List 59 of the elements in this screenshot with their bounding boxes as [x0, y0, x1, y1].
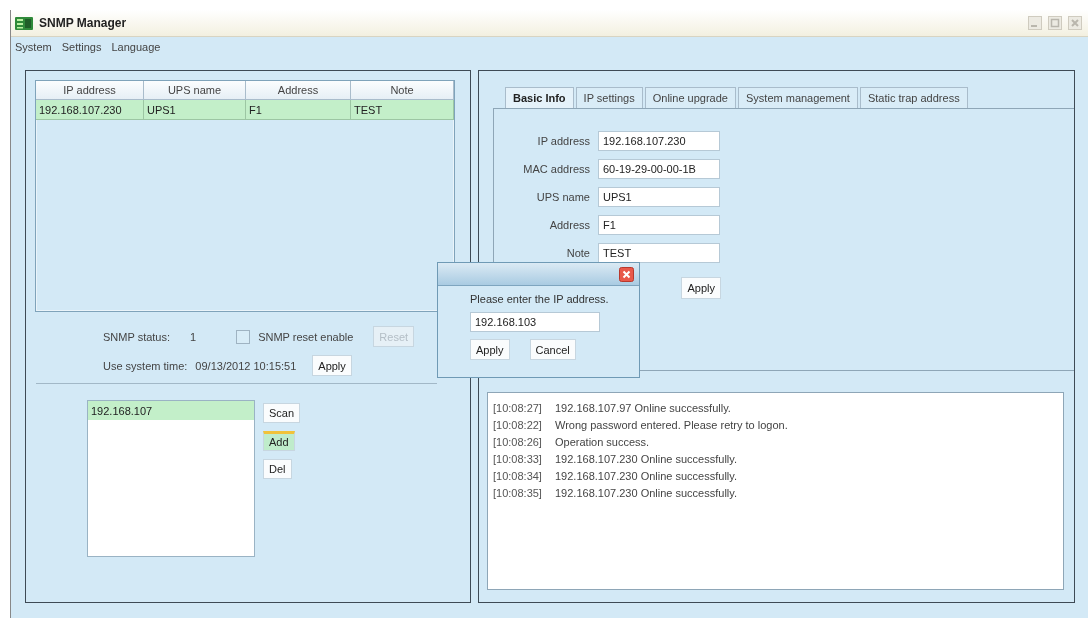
- table-cell[interactable]: UPS1: [144, 100, 246, 120]
- log-time: [10:08:26]: [493, 435, 543, 448]
- tab[interactable]: Static trap address: [859, 87, 968, 108]
- log-time: [10:08:35]: [493, 486, 543, 499]
- minimize-icon[interactable]: [1028, 16, 1042, 30]
- list-button[interactable]: Add: [263, 431, 295, 451]
- menu-item[interactable]: System: [15, 41, 52, 53]
- log-time: [10:08:22]: [493, 418, 543, 431]
- field-label: Address: [548, 219, 590, 231]
- column-header[interactable]: IP address: [36, 81, 144, 100]
- reset-enable-checkbox[interactable]: [236, 329, 251, 344]
- log-message: Wrong password entered. Please retry to logon.: [555, 418, 788, 431]
- list-item[interactable]: 192.168.107: [88, 401, 254, 420]
- table-cell[interactable]: F1: [246, 100, 351, 120]
- log-message: Operation success.: [555, 435, 650, 448]
- menu-item[interactable]: Settings: [61, 41, 102, 53]
- table-cell[interactable]: TEST: [351, 100, 454, 120]
- tab[interactable]: System management: [738, 87, 858, 108]
- input-field[interactable]: TEST: [598, 243, 720, 263]
- log-time: [10:08:33]: [493, 452, 543, 465]
- input-field[interactable]: F1: [598, 215, 720, 235]
- column-header[interactable]: Note: [351, 81, 454, 100]
- app-icon: [15, 16, 33, 30]
- list-button[interactable]: Scan: [263, 403, 301, 423]
- log-message: 192.168.107.97 Online successfully.: [555, 401, 731, 414]
- input-field[interactable]: 192.168.107.230: [598, 131, 720, 151]
- log-message: 192.168.107.230 Online successfully.: [555, 469, 738, 482]
- field-label: Note: [565, 247, 590, 259]
- tab[interactable]: Basic Info: [505, 87, 574, 108]
- list-button[interactable]: Del: [263, 459, 292, 479]
- apply-button[interactable]: Apply: [312, 355, 352, 376]
- window-title: SNMP Manager: [39, 16, 127, 30]
- tab[interactable]: IP settings: [575, 87, 643, 108]
- log-time: [10:08:27]: [493, 401, 543, 414]
- field-label: IP address: [536, 135, 590, 147]
- log-time: [10:08:34]: [493, 469, 543, 482]
- maximize-icon[interactable]: [1048, 16, 1062, 30]
- apply-button[interactable]: Apply: [681, 277, 721, 299]
- system-time-label: Use system time:: [103, 359, 188, 372]
- log-message: 192.168.107.230 Online successfully.: [555, 486, 738, 499]
- input-field[interactable]: 60-19-29-00-00-1B: [598, 159, 720, 179]
- dialog-button[interactable]: Cancel: [529, 339, 576, 360]
- snmp-status-value: 1: [190, 330, 197, 343]
- column-header[interactable]: UPS name: [144, 81, 246, 100]
- input-field[interactable]: UPS1: [598, 187, 720, 207]
- column-header[interactable]: Address: [246, 81, 351, 100]
- checkbox-label: SNMP reset enable: [258, 330, 354, 343]
- dialog-message: Please enter the IP address.: [470, 293, 610, 305]
- menu-item[interactable]: Language: [111, 41, 161, 53]
- table-cell[interactable]: 192.168.107.230: [36, 100, 144, 120]
- field-label: UPS name: [535, 191, 590, 203]
- ip-input-field[interactable]: 192.168.103: [470, 312, 600, 332]
- close-icon[interactable]: [619, 266, 634, 282]
- snmp-status-label: SNMP status:: [103, 330, 171, 343]
- tab[interactable]: Online upgrade: [644, 87, 736, 108]
- field-label: MAC address: [522, 163, 590, 175]
- log-message: 192.168.107.230 Online successfully.: [555, 452, 738, 465]
- system-time-value: 09/13/2012 10:15:51: [195, 359, 297, 372]
- dialog-button[interactable]: Apply: [470, 339, 510, 360]
